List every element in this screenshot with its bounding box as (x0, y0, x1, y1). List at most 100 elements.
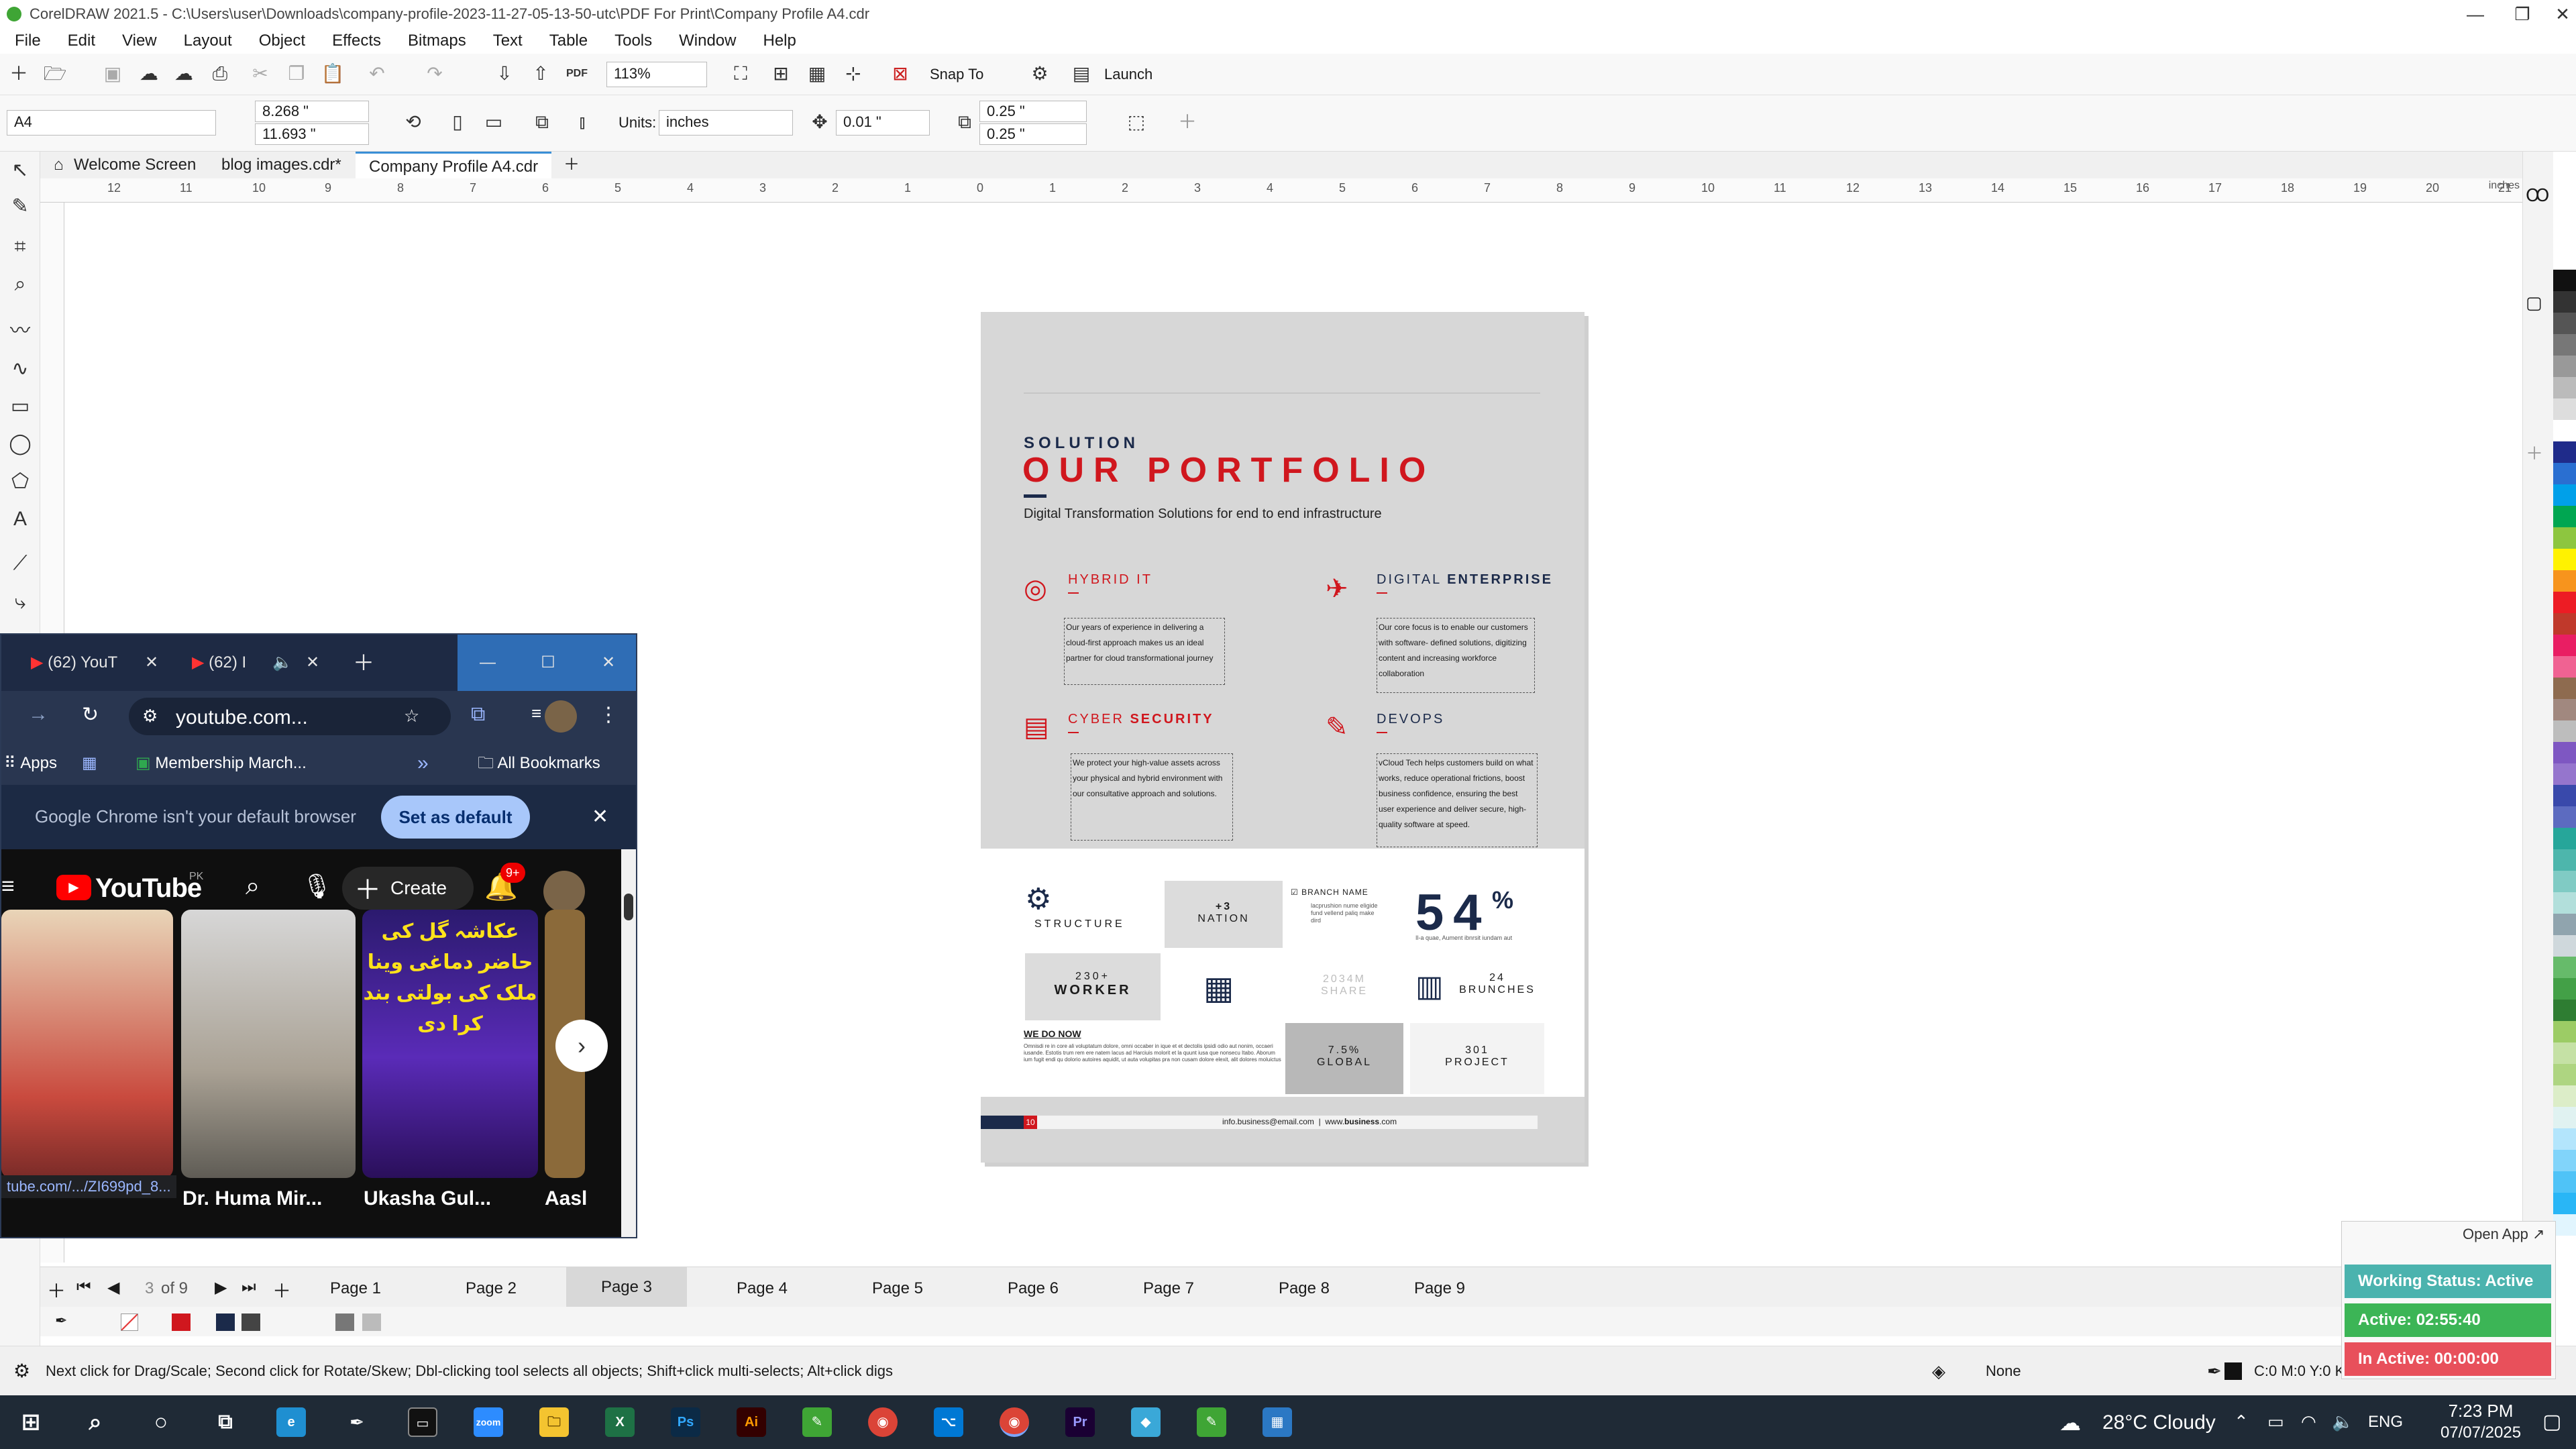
redo-icon[interactable]: ↷ (423, 62, 447, 86)
zoom-tool-icon[interactable]: ⌕ (8, 272, 32, 297)
palette-swatch[interactable] (2553, 506, 2576, 527)
chrome-window[interactable]: ▶ (62) YouT ✕ ▶ (62) I 🔈 ✕ ＋ — ☐ ✕ → ↻ ⚙… (0, 633, 637, 1238)
palette-swatch[interactable] (2553, 1150, 2576, 1171)
no-color-swatch[interactable] (121, 1313, 138, 1331)
coreldraw-icon[interactable]: ✎ (802, 1407, 832, 1437)
infobar-close-icon[interactable]: ✕ (592, 805, 608, 828)
palette-swatch[interactable] (2553, 270, 2576, 291)
copy-icon[interactable]: ❐ (284, 62, 309, 86)
volume-icon[interactable]: 🔈 (2332, 1411, 2353, 1432)
page-scrollbar[interactable] (621, 849, 636, 1237)
palette-swatch[interactable] (2553, 377, 2576, 398)
rectangle-tool-icon[interactable]: ▭ (8, 394, 32, 419)
page-tab[interactable]: Page 9 (1379, 1279, 1500, 1298)
palette-swatch[interactable] (2553, 1107, 2576, 1128)
page-size-dropdown[interactable]: A4 (7, 110, 216, 136)
menu-file[interactable]: File (15, 28, 41, 54)
all-pages-icon[interactable]: ⧉ (530, 110, 554, 134)
palette-swatch[interactable] (2553, 678, 2576, 699)
excel-icon[interactable]: X (605, 1407, 635, 1437)
palette-swatch[interactable] (2553, 356, 2576, 377)
video-thumbnail[interactable]: عکاشہ گل کی حاضر دماغی وینا ملک کی بولتی… (362, 910, 538, 1178)
add-docker-icon[interactable]: ＋ (2526, 440, 2543, 465)
show-guidelines-icon[interactable]: ⊹ (841, 62, 865, 86)
crop-tool-icon[interactable]: ⌗ (8, 235, 32, 259)
cloud-export-icon[interactable]: ☁ (172, 62, 196, 86)
menu-view[interactable]: View (122, 28, 157, 54)
previous-page-icon[interactable]: ◀ (107, 1278, 119, 1297)
launch-icon[interactable]: ▤ (1069, 62, 1093, 86)
photoshop-icon[interactable]: Ps (671, 1407, 700, 1437)
premiere-icon[interactable]: Pr (1065, 1407, 1095, 1437)
artistic-media-icon[interactable]: ∿ (8, 357, 32, 381)
palette-swatch[interactable] (2553, 635, 2576, 656)
menu-effects[interactable]: Effects (332, 28, 381, 54)
page-tab[interactable]: Page 4 (702, 1279, 822, 1298)
cut-icon[interactable]: ✂ (248, 62, 272, 86)
close-button[interactable]: ✕ (2542, 0, 2576, 28)
chrome-icon[interactable]: ◉ (868, 1407, 898, 1437)
palette-swatch[interactable] (2553, 1042, 2576, 1064)
palette-swatch[interactable] (2553, 592, 2576, 613)
menu-object[interactable]: Object (259, 28, 305, 54)
page-tab[interactable]: Page 7 (1108, 1279, 1229, 1298)
reload-icon[interactable]: ↻ (82, 703, 99, 727)
duplicate-y-field[interactable]: 0.25 " (979, 123, 1087, 145)
video-caption[interactable]: Aasl (545, 1187, 587, 1210)
palette-swatch[interactable] (2553, 742, 2576, 763)
snap-off-icon[interactable]: ⊠ (888, 62, 912, 86)
glyphs-icon[interactable]: Ꝏ (2526, 185, 2549, 206)
search-icon[interactable]: ⌕ (80, 1407, 110, 1437)
zoom-level-dropdown[interactable]: 113% (606, 62, 707, 87)
add-tab-icon[interactable]: ＋ (550, 152, 593, 178)
cortana-icon[interactable]: ○ (146, 1407, 176, 1437)
palette-swatch[interactable] (2553, 763, 2576, 785)
paste-icon[interactable]: 📋 (321, 62, 345, 86)
menu-tools[interactable]: Tools (614, 28, 652, 54)
color-swatch[interactable] (362, 1313, 381, 1331)
vscode-icon[interactable]: ⌥ (934, 1407, 963, 1437)
bookmark-star-icon[interactable]: ☆ (404, 706, 419, 727)
clock-date[interactable]: 07/07/2025 (2427, 1424, 2534, 1442)
notification-center-icon[interactable]: ▢ (2542, 1410, 2561, 1434)
connector-tool-icon[interactable]: ⤷ (8, 590, 32, 614)
import-icon[interactable]: ⇩ (492, 62, 517, 86)
palette-swatch[interactable] (2553, 1193, 2576, 1214)
palette-swatch[interactable] (2553, 1085, 2576, 1107)
document-page[interactable]: SOLUTION OUR PORTFOLIO Digital Transform… (981, 312, 1585, 1163)
pick-tool-icon[interactable]: ↖ (8, 158, 32, 182)
weather-icon[interactable]: ☁ (2059, 1410, 2081, 1436)
clock-time[interactable]: 7:23 PM (2434, 1401, 2528, 1421)
chrome-maximize-button[interactable]: ☐ (518, 635, 578, 691)
coreldraw-icon-2[interactable]: ✎ (1197, 1407, 1226, 1437)
color-swatch[interactable] (241, 1313, 260, 1331)
color-palette[interactable] (2553, 248, 2576, 1295)
palette-swatch[interactable] (2553, 785, 2576, 806)
menu-help[interactable]: Help (763, 28, 796, 54)
units-dropdown[interactable]: inches (659, 110, 793, 136)
settings-icon[interactable]: ⚙ (13, 1346, 30, 1396)
profile-avatar[interactable] (545, 700, 577, 733)
wifi-icon[interactable]: ◠ (2301, 1411, 2316, 1432)
orientation-icon[interactable]: ⟲ (401, 110, 425, 134)
palette-swatch[interactable] (2553, 549, 2576, 570)
palette-swatch[interactable] (2553, 914, 2576, 935)
palette-swatch[interactable] (2553, 957, 2576, 978)
color-swatch[interactable] (216, 1313, 235, 1331)
options-gear-icon[interactable]: ⚙ (1028, 62, 1052, 86)
palette-swatch[interactable] (2553, 656, 2576, 678)
open-app-link[interactable]: Open App ↗ (2463, 1226, 2544, 1243)
freehand-tool-icon[interactable]: 〰 (8, 319, 32, 343)
launch-dropdown[interactable]: Launch (1104, 66, 1152, 83)
hamburger-menu-icon[interactable]: ≡ (1, 873, 15, 900)
portrait-icon[interactable]: ▯ (445, 110, 470, 134)
video-thumbnail[interactable] (1, 910, 173, 1178)
youtube-logo-icon[interactable]: ▶ (56, 875, 91, 900)
palette-swatch[interactable] (2553, 420, 2576, 441)
more-bookmarks[interactable]: » (417, 742, 429, 785)
cloud-import-icon[interactable]: ☁ (137, 62, 161, 86)
first-page-icon[interactable]: ⏮ (76, 1278, 91, 1297)
page-tab[interactable]: Page 5 (837, 1279, 958, 1298)
fill-icon[interactable]: ◈ (1932, 1346, 1945, 1396)
microphone-icon[interactable]: 🎙 (302, 872, 333, 900)
